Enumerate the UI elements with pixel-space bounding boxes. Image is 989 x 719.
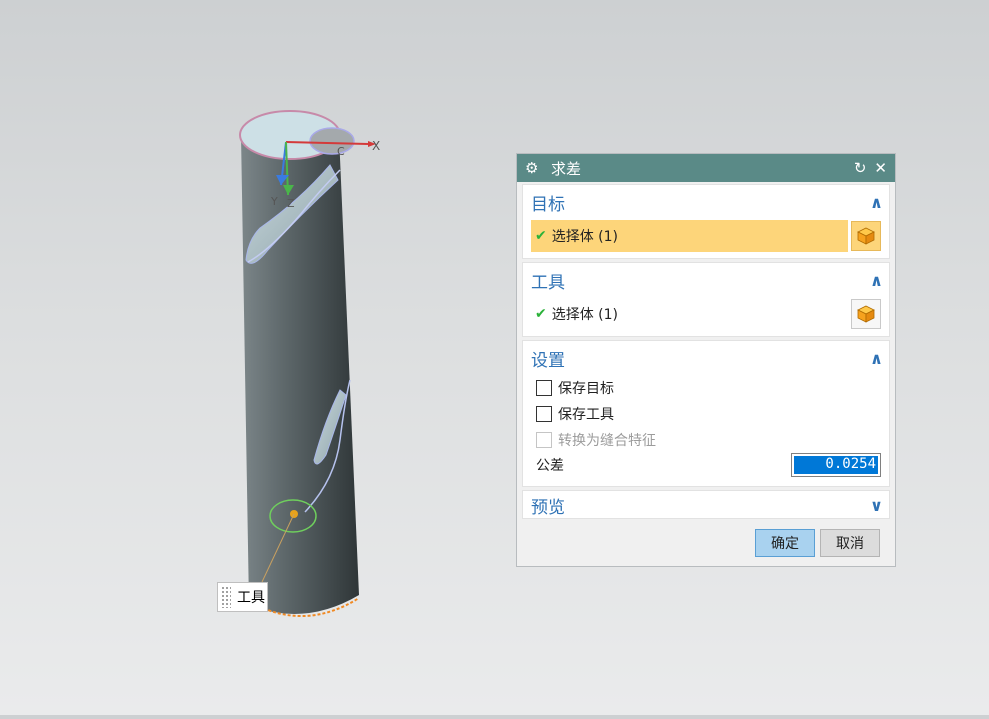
csys-label: C <box>337 145 345 158</box>
convert-row: 转换为缝合特征 <box>536 430 656 450</box>
keep-tool-label: 保存工具 <box>558 407 614 423</box>
keep-target-label: 保存目标 <box>558 381 614 397</box>
reset-icon[interactable]: ↻ <box>854 159 867 177</box>
select-body-button[interactable] <box>851 221 881 251</box>
settings-group: 设置 ∧ 保存目标 保存工具 转换为缝合特征 公差 0.0254 <box>522 340 890 487</box>
tool-group-header[interactable]: 工具 ∧ <box>523 263 889 297</box>
check-icon: ✔ <box>535 228 547 244</box>
settings-header-label: 设置 <box>531 350 565 371</box>
keep-tool-checkbox[interactable] <box>536 406 552 422</box>
tool-select-row[interactable]: ✔ 选择体 (1) <box>531 298 881 330</box>
select-body-button[interactable] <box>851 299 881 329</box>
cube-icon <box>857 305 875 323</box>
dialog-titlebar[interactable]: ⚙ 求差 ↻ ✕ <box>517 154 895 182</box>
chevron-down-icon[interactable]: ∨ <box>870 496 883 515</box>
settings-group-header[interactable]: 设置 ∧ <box>523 341 889 375</box>
convert-label: 转换为缝合特征 <box>558 433 656 449</box>
chevron-up-icon[interactable]: ∧ <box>870 349 883 368</box>
ok-button[interactable]: 确定 <box>755 529 815 557</box>
gear-icon: ⚙ <box>525 159 539 177</box>
grip-icon <box>221 586 231 608</box>
target-select-row[interactable]: ✔ 选择体 (1) <box>531 220 881 252</box>
tool-profile-circle <box>309 127 355 155</box>
keep-target-row[interactable]: 保存目标 <box>536 378 614 398</box>
tolerance-input[interactable]: 0.0254 <box>791 453 881 477</box>
tolerance-value[interactable]: 0.0254 <box>794 456 878 474</box>
tool-tag[interactable]: 工具 <box>217 582 268 612</box>
check-icon: ✔ <box>535 306 547 322</box>
axis-z-label: Z <box>287 197 295 210</box>
target-group-header[interactable]: 目标 ∧ <box>523 185 889 219</box>
preview-header-label: 预览 <box>531 497 565 518</box>
cube-icon <box>857 227 875 245</box>
keep-target-checkbox[interactable] <box>536 380 552 396</box>
keep-tool-row[interactable]: 保存工具 <box>536 404 614 424</box>
convert-checkbox <box>536 432 552 448</box>
tool-group: 工具 ∧ ✔ 选择体 (1) <box>522 262 890 337</box>
preview-group-header[interactable]: 预览 ∨ <box>523 491 889 519</box>
tolerance-row: 公差 0.0254 <box>536 453 881 477</box>
close-icon[interactable]: ✕ <box>874 159 887 177</box>
axis-y-label: Y <box>270 195 278 208</box>
cancel-button[interactable]: 取消 <box>820 529 880 557</box>
tool-tag-label: 工具 <box>237 590 265 606</box>
preview-group: 预览 ∨ <box>522 490 890 519</box>
axis-x-label: X <box>372 139 380 153</box>
dialog-title: 求差 <box>551 159 582 178</box>
subtract-dialog: ⚙ 求差 ↻ ✕ 目标 ∧ ✔ 选择体 (1) 工具 ∧ ✔ 选择体 (1) 设… <box>516 153 896 567</box>
target-group: 目标 ∧ ✔ 选择体 (1) <box>522 184 890 259</box>
tool-select-label: 选择体 (1) <box>551 307 619 323</box>
chevron-up-icon[interactable]: ∧ <box>870 193 883 212</box>
tolerance-label: 公差 <box>536 458 564 474</box>
chevron-up-icon[interactable]: ∧ <box>870 271 883 290</box>
tool-header-label: 工具 <box>531 272 565 293</box>
target-select-label: 选择体 (1) <box>551 229 619 245</box>
target-header-label: 目标 <box>531 194 565 215</box>
